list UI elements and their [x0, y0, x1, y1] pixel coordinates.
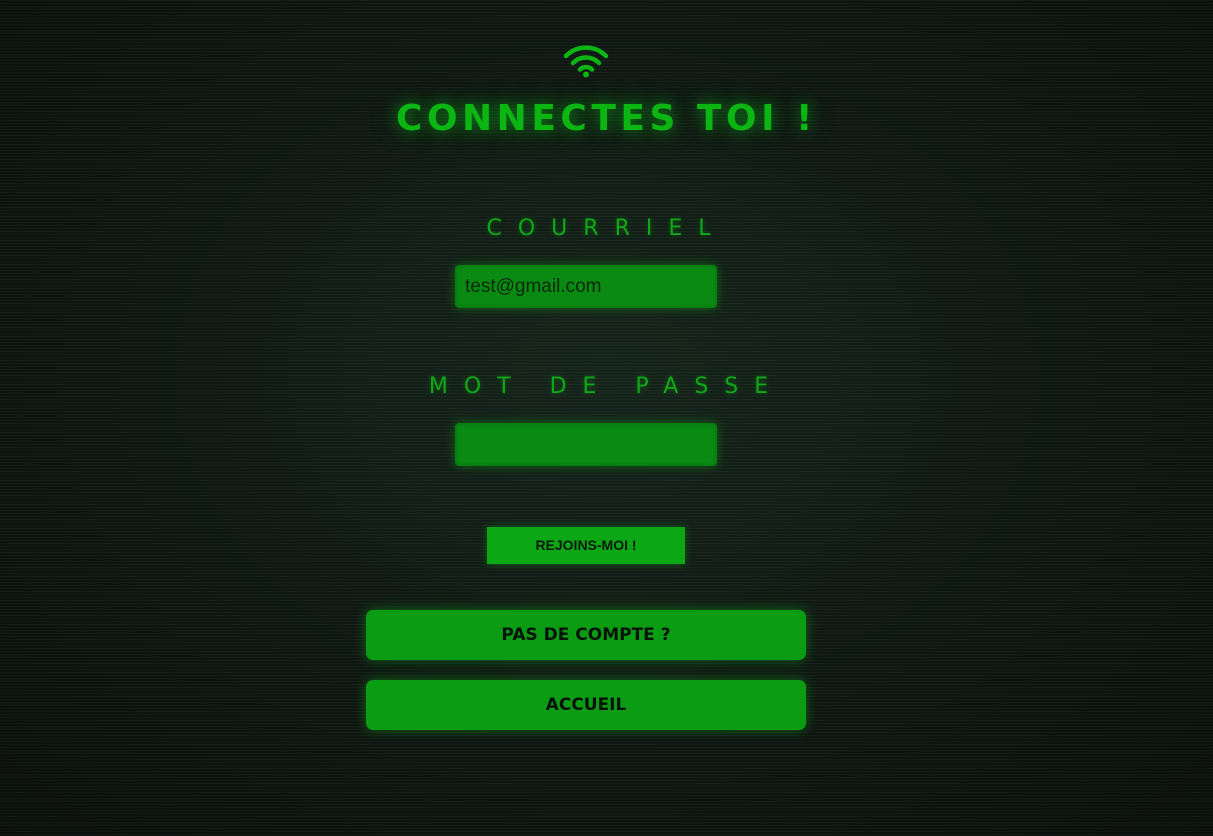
wifi-icon — [563, 45, 609, 78]
email-label: COURRIEL — [486, 216, 727, 241]
no-account-button[interactable]: PAS DE COMPTE ? — [366, 610, 806, 660]
home-button[interactable]: ACCUEIL — [366, 680, 806, 730]
email-field[interactable] — [455, 265, 717, 308]
page-title: CONNECTES TOI ! — [396, 98, 817, 139]
login-screen: CONNECTES TOI ! COURRIEL MOT DE PASSE RE… — [0, 0, 1213, 836]
password-field[interactable] — [455, 423, 717, 466]
title-wrapper: CONNECTES TOI ! — [0, 98, 1213, 139]
submit-button[interactable]: REJOINS-MOI ! — [487, 527, 685, 564]
password-label: MOT DE PASSE — [428, 374, 785, 399]
